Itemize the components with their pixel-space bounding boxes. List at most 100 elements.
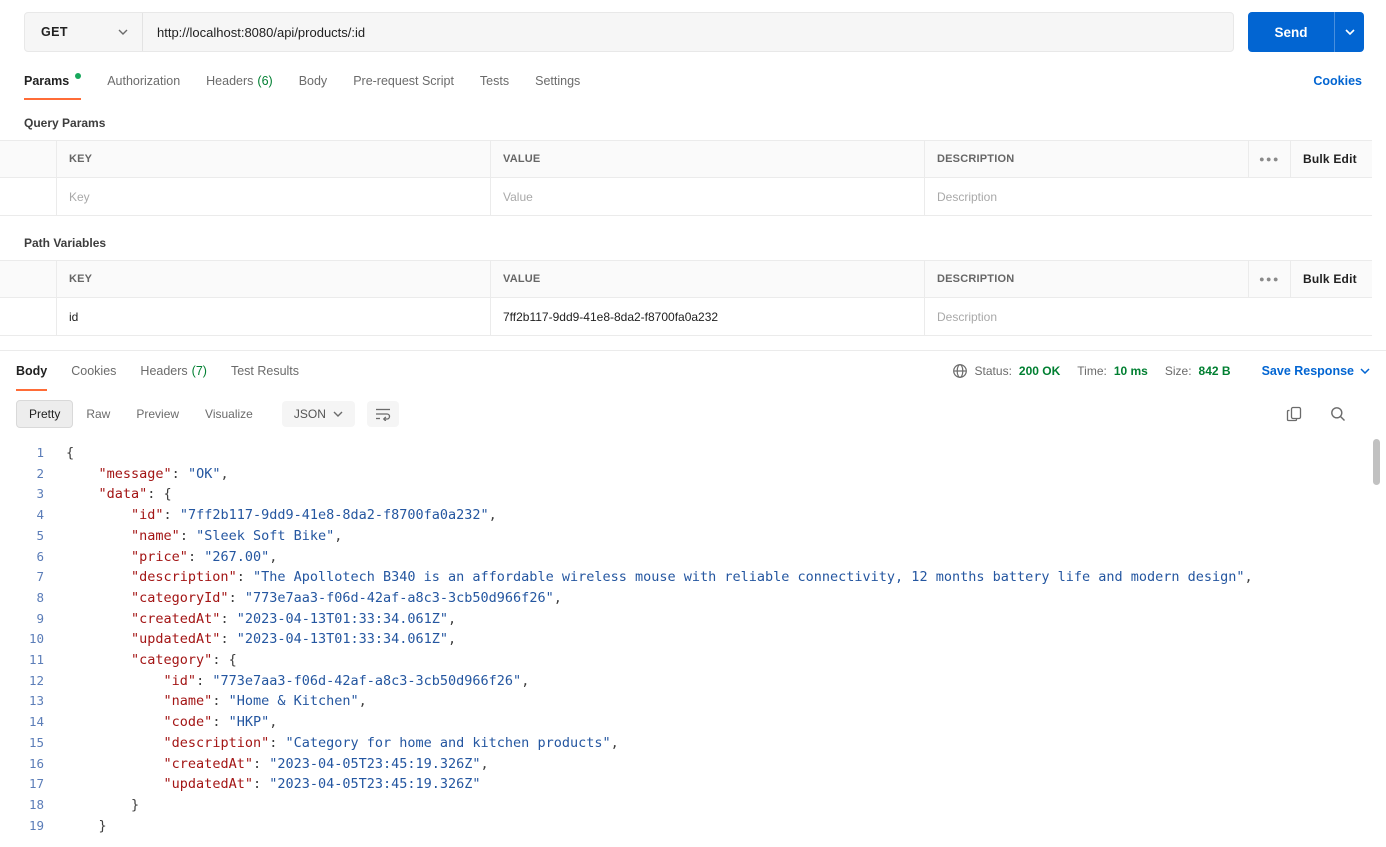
more-options-icon[interactable]: ●●● — [1248, 261, 1290, 297]
chevron-down-icon — [1344, 29, 1355, 35]
line-number: 2 — [36, 465, 44, 481]
response-tabs: Body Cookies Headers (7) Test Results St… — [0, 351, 1386, 391]
status-value: 200 OK — [1018, 364, 1061, 378]
line-number: 12 — [28, 672, 44, 688]
wrap-text-button[interactable] — [366, 401, 399, 427]
globe-icon[interactable] — [952, 363, 968, 379]
tab-settings[interactable]: Settings — [535, 62, 580, 100]
code-text: "id": "7ff2b117-9dd9-41e8-8da2-f8700fa0a… — [131, 507, 497, 524]
copy-icon[interactable] — [1286, 406, 1302, 422]
time-label: Time: — [1077, 364, 1107, 378]
tab-tests[interactable]: Tests — [480, 62, 509, 100]
response-tab-cookies[interactable]: Cookies — [71, 351, 116, 391]
code-line: 9 "createdAt": "2023-04-13T01:33:34.061Z… — [0, 609, 1386, 630]
code-line: 5 "name": "Sleek Soft Bike", — [0, 526, 1386, 547]
url-group: GET — [24, 12, 1234, 52]
param-value-input[interactable] — [503, 189, 912, 204]
tab-settings-label: Settings — [535, 74, 581, 88]
size-label: Size: — [1164, 364, 1192, 378]
path-var-description-input[interactable] — [937, 309, 1360, 324]
response-tab-cookies-label: Cookies — [71, 364, 117, 378]
send-options-button[interactable] — [1334, 12, 1364, 52]
view-tab-pretty[interactable]: Pretty — [16, 400, 74, 428]
line-number: 14 — [28, 714, 44, 730]
save-response-button[interactable]: Save Response — [1262, 364, 1370, 378]
code-line: 1{ — [0, 443, 1386, 464]
bulk-edit-button[interactable]: Bulk Edit — [1290, 261, 1372, 297]
wrap-text-icon — [375, 407, 391, 421]
toolbar-right — [1286, 406, 1370, 422]
response-tab-body[interactable]: Body — [16, 351, 48, 391]
view-tab-visualize[interactable]: Visualize — [192, 400, 266, 428]
tab-params[interactable]: Params — [24, 62, 82, 100]
tab-tests-label: Tests — [479, 74, 510, 88]
tab-params-label: Params — [24, 74, 70, 88]
row-handle — [0, 297, 56, 335]
code-text: "description": "Category for home and ki… — [163, 734, 619, 751]
view-tab-raw[interactable]: Raw — [73, 400, 123, 428]
time-value: 10 ms — [1113, 364, 1148, 378]
row-handle — [0, 177, 56, 215]
line-number: 13 — [28, 693, 44, 709]
code-line: 8 "categoryId": "773e7aa3-f06d-42af-a8c3… — [0, 588, 1386, 609]
cookies-link[interactable]: Cookies — [1313, 74, 1362, 88]
code-line: 17 "updatedAt": "2023-04-05T23:45:19.326… — [0, 774, 1386, 795]
url-input[interactable] — [143, 13, 1233, 51]
code-text: "code": "HKP", — [163, 714, 278, 731]
tab-headers[interactable]: Headers (6) — [206, 62, 273, 100]
line-number: 17 — [28, 776, 44, 792]
code-line: 15 "description": "Category for home and… — [0, 733, 1386, 754]
line-number: 10 — [28, 631, 44, 647]
response-tab-test-results[interactable]: Test Results — [231, 351, 299, 391]
headers-count: (6) — [257, 74, 273, 88]
response-tab-test-results-label: Test Results — [230, 364, 300, 378]
format-select[interactable]: JSON — [281, 401, 355, 427]
method-select[interactable]: GET — [25, 13, 143, 51]
bulk-edit-button[interactable]: Bulk Edit — [1290, 141, 1372, 177]
code-text: "name": "Sleek Soft Bike", — [131, 527, 343, 544]
search-icon[interactable] — [1330, 406, 1346, 422]
path-var-value-cell — [490, 297, 924, 335]
row-handle-header — [0, 261, 56, 297]
param-key-cell — [56, 177, 490, 215]
code-text: "message": "OK", — [98, 465, 229, 482]
path-var-description-cell — [924, 297, 1372, 335]
tab-authorization[interactable]: Authorization — [107, 62, 180, 100]
code-line: 10 "updatedAt": "2023-04-13T01:33:34.061… — [0, 629, 1386, 650]
tab-headers-label: Headers — [206, 74, 254, 88]
send-split-button: Send — [1248, 12, 1364, 52]
tab-authorization-label: Authorization — [107, 74, 181, 88]
response-body-viewer[interactable]: 1{2 "message": "OK", 3 "data": {4 "id": "… — [0, 437, 1386, 847]
vertical-scrollbar-thumb[interactable] — [1373, 439, 1380, 485]
response-tab-headers[interactable]: Headers (7) — [140, 351, 207, 391]
code-text: "price": "267.00", — [131, 548, 278, 565]
response-toolbar: Pretty Raw Preview Visualize JSON — [0, 391, 1386, 437]
size-value: 842 B — [1198, 364, 1231, 378]
tab-pre-request-script[interactable]: Pre-request Script — [353, 62, 454, 100]
code-text: "data": { — [98, 486, 172, 503]
code-text: "id": "773e7aa3-f06d-42af-a8c3-3cb50d966… — [163, 672, 530, 689]
send-button[interactable]: Send — [1248, 12, 1334, 52]
query-params-table: KEY VALUE DESCRIPTION ●●● Bulk Edit — [0, 140, 1372, 216]
param-description-cell — [924, 177, 1372, 215]
status-label: Status: — [974, 364, 1012, 378]
code-text: "category": { — [131, 652, 237, 669]
code-line: 14 "code": "HKP", — [0, 712, 1386, 733]
path-var-key-input[interactable] — [69, 309, 478, 324]
code-text: } — [66, 817, 107, 834]
tab-body[interactable]: Body — [299, 62, 328, 100]
code-line: 6 "price": "267.00", — [0, 547, 1386, 568]
view-tab-preview[interactable]: Preview — [123, 400, 192, 428]
code-line: 18 } — [0, 795, 1386, 816]
param-key-input[interactable] — [69, 189, 478, 204]
column-header-key: KEY — [56, 261, 490, 297]
param-description-input[interactable] — [937, 189, 1360, 204]
more-options-icon[interactable]: ●●● — [1248, 141, 1290, 177]
line-number: 15 — [28, 734, 44, 750]
code-text: "createdAt": "2023-04-13T01:33:34.061Z", — [131, 610, 457, 627]
path-var-value-input[interactable] — [503, 309, 912, 324]
line-number: 16 — [28, 755, 44, 771]
code-text: "updatedAt": "2023-04-05T23:45:19.326Z" — [163, 776, 481, 793]
line-number: 11 — [28, 652, 44, 668]
code-line: 11 "category": { — [0, 650, 1386, 671]
